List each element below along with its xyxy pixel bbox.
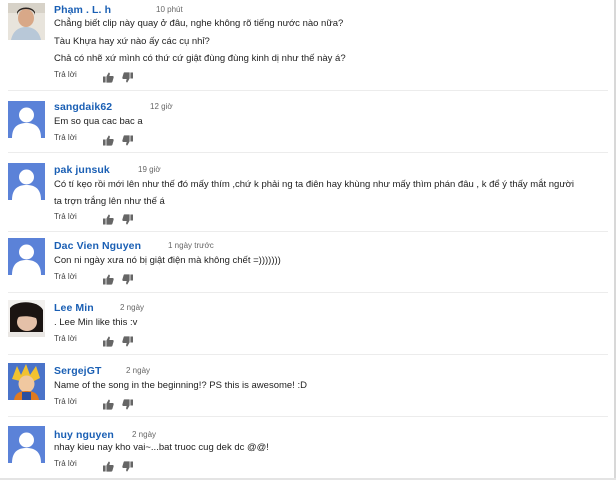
comment-timestamp[interactable]: 12 giờ [150, 102, 173, 111]
reply-link[interactable]: Trả lời [54, 70, 77, 79]
comment-author-link[interactable]: huy nguyen [54, 429, 114, 441]
comment-divider [8, 231, 608, 232]
comment-author-link[interactable]: Phạm . L. h [54, 4, 111, 16]
avatar[interactable] [8, 238, 45, 275]
thumbs-down-icon[interactable] [122, 334, 133, 347]
comment-timestamp[interactable]: 1 ngày trước [168, 241, 214, 250]
comment-divider [8, 416, 608, 417]
thumbs-down-icon[interactable] [122, 133, 133, 146]
comment-divider [8, 90, 608, 91]
comment-timestamp[interactable]: 2 ngày [120, 303, 144, 312]
avatar[interactable] [8, 3, 45, 40]
comment-text-line: Con ni ngày xưa nó bị giật điện mà không… [54, 255, 281, 266]
comment-timestamp[interactable]: 2 ngày [126, 366, 150, 375]
avatar[interactable] [8, 101, 45, 138]
reply-link[interactable]: Trả lời [54, 133, 77, 142]
comment-divider [8, 354, 608, 355]
reply-link[interactable]: Trả lời [54, 334, 77, 343]
thumbs-down-icon[interactable] [122, 459, 133, 472]
reply-link[interactable]: Trả lời [54, 397, 77, 406]
thumbs-up-icon[interactable] [103, 272, 114, 285]
thumbs-down-icon[interactable] [122, 212, 133, 225]
reply-link[interactable]: Trả lời [54, 212, 77, 221]
comment-text-line: Có tí kẹo rồi mới lên như thế đó mấy thí… [54, 179, 575, 190]
comment-timestamp[interactable]: 10 phút [156, 5, 183, 14]
avatar[interactable] [8, 363, 45, 400]
comment-text-line: ta trợn trắng lên như thế á [54, 196, 165, 207]
comment-text-line: nhay kieu nay kho vai~...bat truoc cug d… [54, 442, 269, 453]
comment-text-line: Chả có nhẽ xứ mình có thứ cứ giật đùng đ… [54, 53, 346, 64]
comment-divider [8, 152, 608, 153]
comment-author-link[interactable]: pak junsuk [54, 164, 110, 176]
thumbs-up-icon[interactable] [103, 133, 114, 146]
comment-author-link[interactable]: Lee Min [54, 302, 94, 314]
comment-text-line: Tàu Khựa hay xứ nào ấy các cụ nhỉ? [54, 36, 210, 47]
comment-divider [8, 292, 608, 293]
comment-text-line: . Lee Min like this :v [54, 317, 138, 328]
comment-text-line: Chẳng biết clip này quay ở đâu, nghe khô… [54, 18, 344, 29]
thumbs-up-icon[interactable] [103, 397, 114, 410]
comment-text-line: Name of the song in the beginning!? PS t… [54, 380, 307, 391]
thumbs-down-icon[interactable] [122, 272, 133, 285]
comment-author-link[interactable]: sangdaik62 [54, 101, 112, 113]
thumbs-up-icon[interactable] [103, 70, 114, 83]
comment-timestamp[interactable]: 19 giờ [138, 165, 161, 174]
avatar[interactable] [8, 300, 45, 337]
reply-link[interactable]: Trả lời [54, 459, 77, 468]
comment-timestamp[interactable]: 2 ngày [132, 430, 156, 439]
avatar[interactable] [8, 426, 45, 463]
comment-author-link[interactable]: SergejGT [54, 365, 101, 377]
thumbs-up-icon[interactable] [103, 212, 114, 225]
thumbs-down-icon[interactable] [122, 70, 133, 83]
reply-link[interactable]: Trả lời [54, 272, 77, 281]
comment-author-link[interactable]: Dac Vien Nguyen [54, 240, 141, 252]
comment-text-line: Em so qua cac bac a [54, 116, 143, 127]
thumbs-up-icon[interactable] [103, 459, 114, 472]
thumbs-down-icon[interactable] [122, 397, 133, 410]
avatar[interactable] [8, 163, 45, 200]
thumbs-up-icon[interactable] [103, 334, 114, 347]
